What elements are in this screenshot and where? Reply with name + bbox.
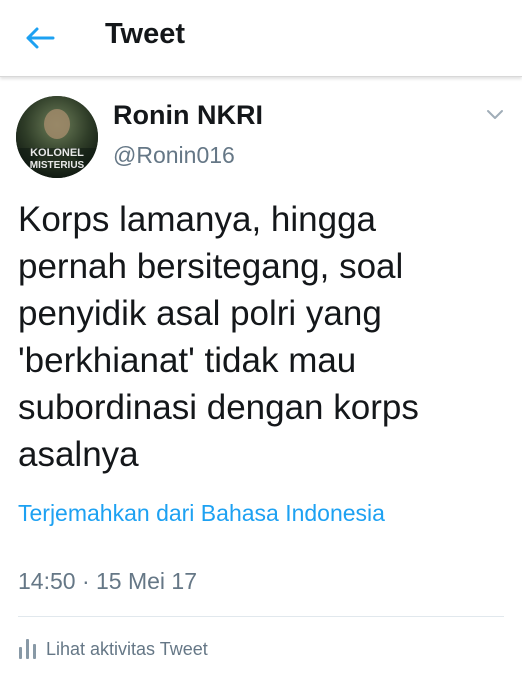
author-display-name[interactable]: Ronin NKRI	[113, 100, 263, 131]
avatar-image: KOLONEL MISTERIUS	[16, 96, 98, 178]
tweet-timestamp: 14:50 · 15 Mei 17	[18, 568, 198, 594]
top-app-bar: Tweet	[0, 0, 522, 77]
tweet-menu-button[interactable]	[482, 104, 508, 126]
avatar-badge-line-1: KOLONEL	[30, 147, 84, 159]
translate-link[interactable]: Terjemahkan dari Bahasa Indonesia	[18, 500, 385, 527]
divider	[18, 616, 504, 617]
avatar[interactable]: KOLONEL MISTERIUS	[16, 96, 98, 178]
bar-chart-icon	[19, 639, 36, 659]
author-handle[interactable]: @Ronin016	[113, 142, 235, 169]
chevron-down-icon	[487, 110, 503, 119]
tweet-text: Korps lamanya, hingga pernah bersitegang…	[18, 200, 419, 474]
activity-label: Lihat aktivitas Tweet	[46, 638, 208, 659]
back-button[interactable]	[18, 18, 62, 58]
arrow-left-icon	[26, 27, 55, 49]
view-tweet-activity-button[interactable]: Lihat aktivitas Tweet	[18, 636, 208, 662]
avatar-badge-line-2: MISTERIUS	[30, 160, 85, 171]
page-title: Tweet	[105, 18, 186, 50]
